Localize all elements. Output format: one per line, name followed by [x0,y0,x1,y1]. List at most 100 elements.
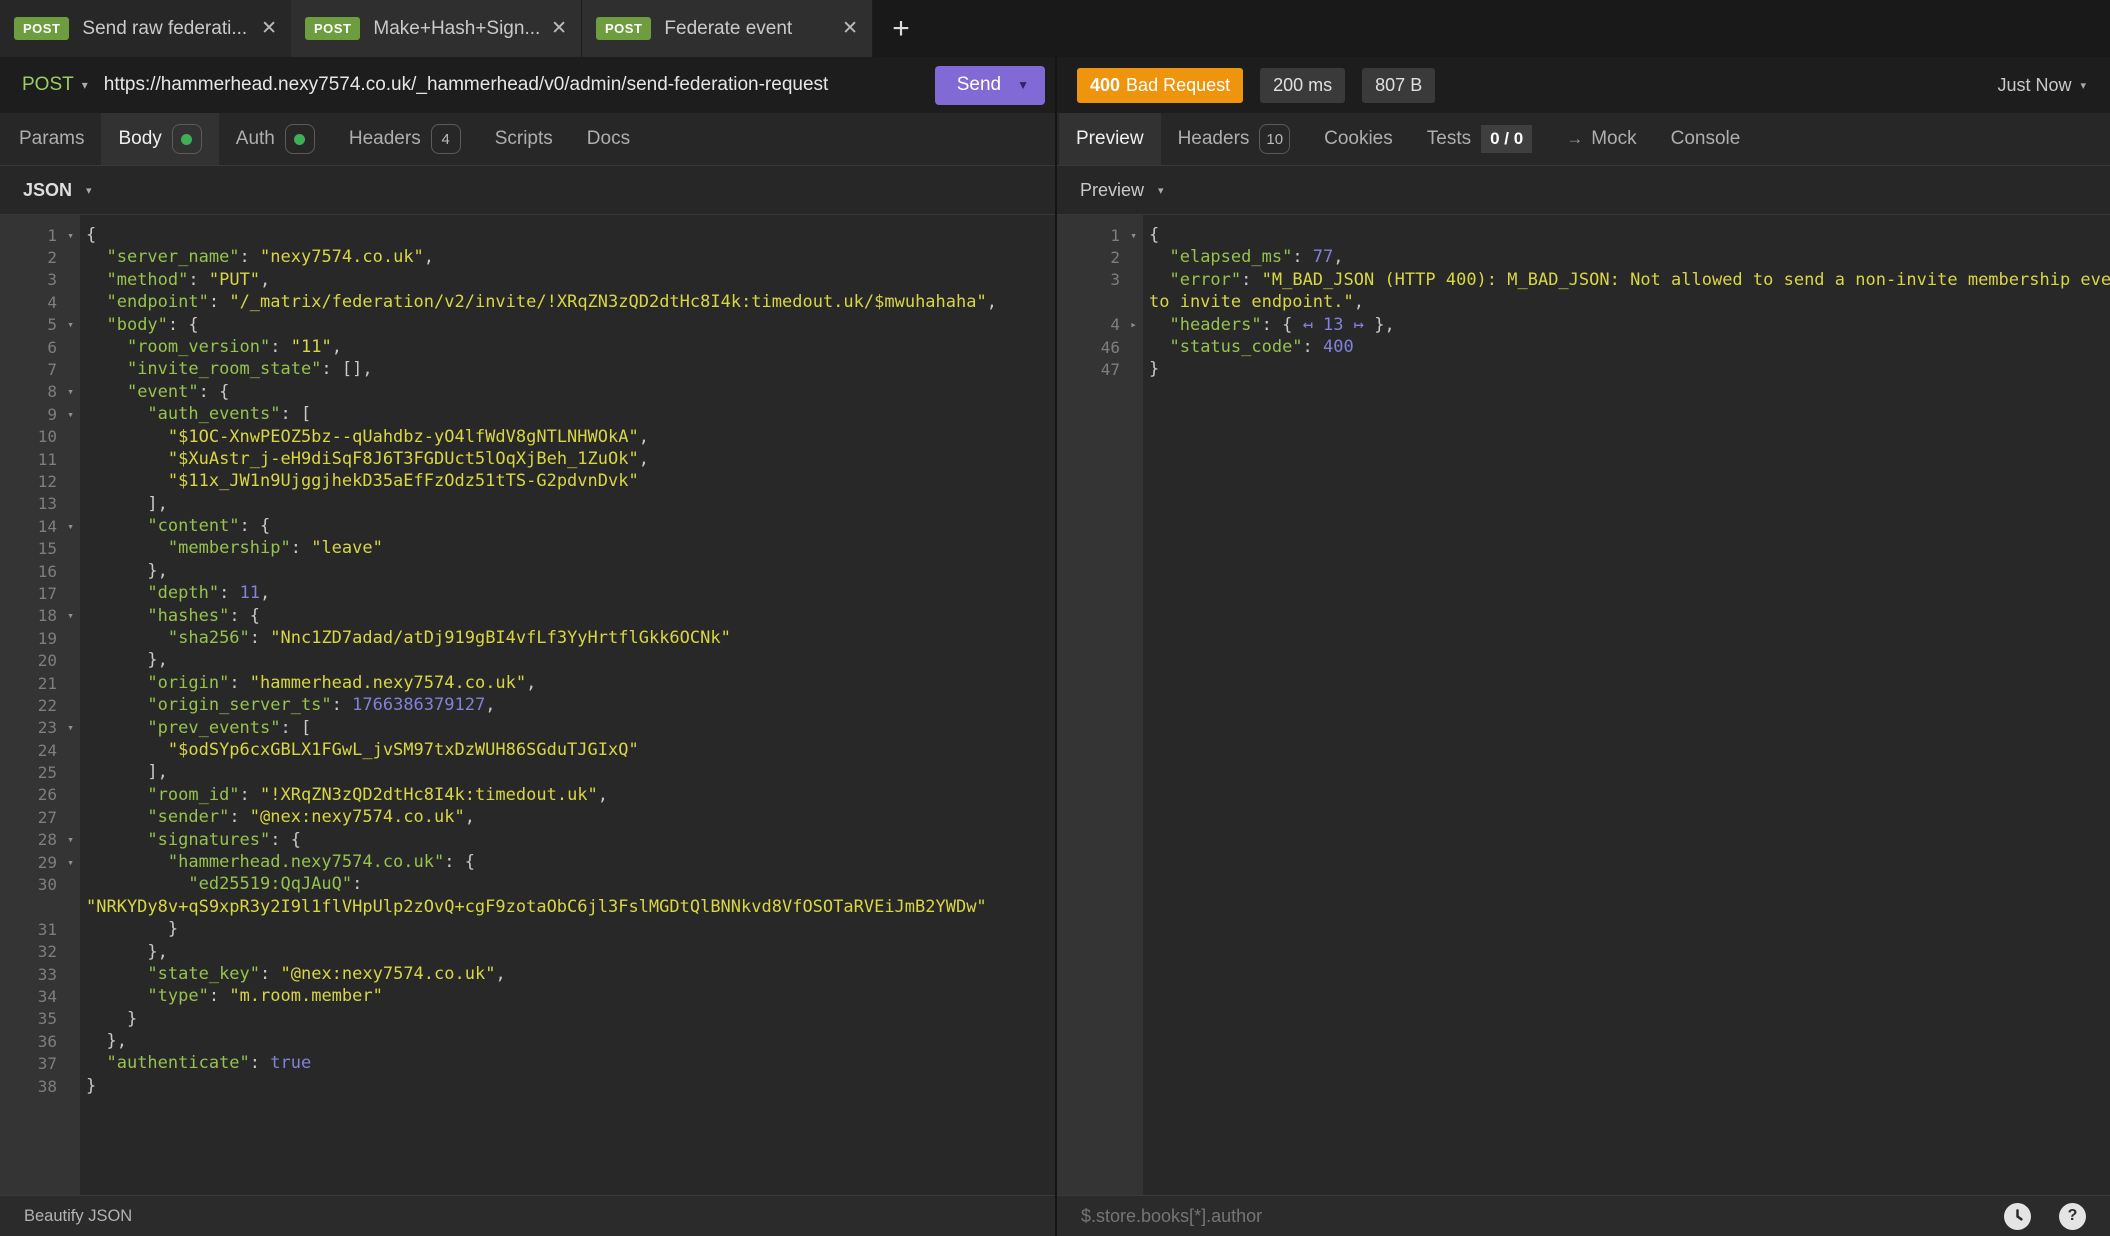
close-icon[interactable]: ✕ [842,17,858,40]
new-tab-button[interactable]: + [873,0,929,57]
clock-glyph [2004,1203,2031,1230]
fold-toggle-icon[interactable]: ▾ [1124,229,1143,242]
gutter: 26 [0,785,80,804]
tab-tests[interactable]: Tests 0 / 0 [1410,113,1549,165]
close-icon[interactable]: ✕ [551,17,567,40]
fold-toggle-icon[interactable]: ▾ [61,229,80,242]
preview-mode-selector[interactable]: Preview ▾ [1057,166,2110,215]
response-meta: 400Bad Request 200 ms 807 B Just Now ▾ [1057,57,2110,113]
method-selector[interactable]: POST [22,74,74,96]
gutter: 20 [0,651,80,670]
close-icon[interactable]: ✕ [261,17,277,40]
code-line: 34 "type": "m.room.member" [0,985,1055,1007]
code-line: 1▾{ [0,224,1055,246]
code-text: "room_id": "!XRqZN3zQD2dtHc8I4k:timedout… [80,784,608,806]
gutter: 9▾ [0,405,80,424]
code-line: 12 "$11x_JW1n9UjggjhekD35aEfFzOdz51tTS-G… [0,470,1055,492]
body-set-indicator [172,124,202,154]
code-text: "ed25519:QqJAuQ": [80,873,362,895]
request-tab-make-hash-sign[interactable]: POST Make+Hash+Sign... ✕ [291,0,582,57]
code-line: 14▾ "content": { [0,515,1055,537]
code-line: 6 "room_version": "11", [0,336,1055,358]
gutter: 27 [0,808,80,827]
beautify-json-button[interactable]: Beautify JSON [24,1207,132,1226]
code-line: 4 "endpoint": "/_matrix/federation/v2/in… [0,291,1055,313]
fold-toggle-icon[interactable]: ▾ [61,833,80,846]
code-line: 5▾ "body": { [0,314,1055,336]
tab-preview[interactable]: Preview [1059,113,1161,165]
send-button[interactable]: Send ▼ [935,66,1045,105]
status-text: Bad Request [1126,75,1230,95]
line-number: 4 [0,293,61,312]
jsonpath-filter-input[interactable] [1081,1206,2004,1227]
tab-response-headers[interactable]: Headers 10 [1161,113,1308,165]
gutter: 24 [0,741,80,760]
code-text: { [80,224,96,246]
response-section-tabs: Preview Headers 10 Cookies Tests 0 / 0 →… [1057,113,2110,166]
code-line: 11 "$XuAstr_j-eH9diSqF8J6T3FGDUct5lOqXjB… [0,448,1055,470]
fold-toggle-icon[interactable]: ▾ [61,520,80,533]
code-text: "hammerhead.nexy7574.co.uk": { [80,851,475,873]
line-number: 1 [1057,226,1124,245]
fold-toggle-icon[interactable]: ▾ [61,721,80,734]
code-text: "hashes": { [80,605,260,627]
tab-scripts[interactable]: Scripts [478,113,570,165]
request-tabbar: POST Send raw federati... ✕ POST Make+Ha… [0,0,2110,57]
tab-title: Federate event [664,18,832,40]
gutter: 33 [0,965,80,984]
tab-cookies[interactable]: Cookies [1307,113,1410,165]
code-line: 3 "method": "PUT", [0,269,1055,291]
code-line: 16 }, [0,560,1055,582]
gutter: 38 [0,1077,80,1096]
request-tab-send-raw-federation[interactable]: POST Send raw federati... ✕ [0,0,291,57]
request-section-tabs: Params Body Auth Headers 4 Scripts Docs [0,113,1055,166]
response-timestamp-dropdown[interactable]: Just Now ▾ [1997,75,2086,96]
tab-mock[interactable]: → Mock [1549,113,1653,165]
code-text: to invite endpoint.", [1143,291,1364,313]
code-line: 21 "origin": "hammerhead.nexy7574.co.uk"… [0,672,1055,694]
gutter: 5▾ [0,315,80,334]
fold-toggle-icon[interactable]: ▸ [1124,318,1143,331]
line-number: 18 [0,606,61,625]
code-text: "room_version": "11", [80,336,342,358]
tab-headers[interactable]: Headers 4 [332,113,478,165]
fold-toggle-icon[interactable]: ▾ [61,609,80,622]
gutter: 16 [0,562,80,581]
fold-toggle-icon[interactable]: ▾ [61,408,80,421]
gutter: 8▾ [0,382,80,401]
body-type-selector[interactable]: JSON ▾ [0,166,1055,215]
code-text: }, [80,941,168,963]
gutter: 30 [0,875,80,894]
fold-toggle-icon[interactable]: ▾ [61,385,80,398]
help-icon[interactable]: ? [2059,1203,2086,1230]
send-options-caret-icon[interactable]: ▼ [1017,78,1029,92]
green-dot-icon [294,134,305,145]
tab-docs[interactable]: Docs [570,113,647,165]
code-text: "auth_events": [ [80,403,311,425]
code-line: 35 } [0,1008,1055,1030]
timestamp-label: Just Now [1997,75,2071,96]
method-badge: POST [305,17,360,40]
gutter: 21 [0,674,80,693]
fold-toggle-icon[interactable]: ▾ [61,856,80,869]
request-tab-federate-event[interactable]: POST Federate event ✕ [582,0,873,57]
status-code: 400 [1090,75,1120,95]
green-dot-icon [181,134,192,145]
history-clock-icon[interactable] [2004,1203,2031,1230]
code-text: "prev_events": [ [80,717,311,739]
chevron-down-icon[interactable]: ▾ [82,78,88,92]
request-body-editor[interactable]: 1▾{2 "server_name": "nexy7574.co.uk",3 "… [0,215,1055,1195]
code-text: "$XuAstr_j-eH9diSqF8J6T3FGDUct5lOqXjBeh_… [80,448,649,470]
tab-console[interactable]: Console [1654,113,1758,165]
tab-params[interactable]: Params [2,113,101,165]
fold-toggle-icon[interactable]: ▾ [61,318,80,331]
gutter: 29▾ [0,853,80,872]
line-number: 16 [0,562,61,581]
response-body-viewer[interactable]: 1▾{2 "elapsed_ms": 77,3 "error": "M_BAD_… [1057,215,2110,1195]
tab-body[interactable]: Body [101,113,218,165]
tab-auth[interactable]: Auth [219,113,332,165]
url-input[interactable]: https://hammerhead.nexy7574.co.uk/_hamme… [104,74,935,96]
line-number: 10 [0,427,61,446]
code-text: "event": { [80,381,229,403]
send-label: Send [957,74,1001,96]
